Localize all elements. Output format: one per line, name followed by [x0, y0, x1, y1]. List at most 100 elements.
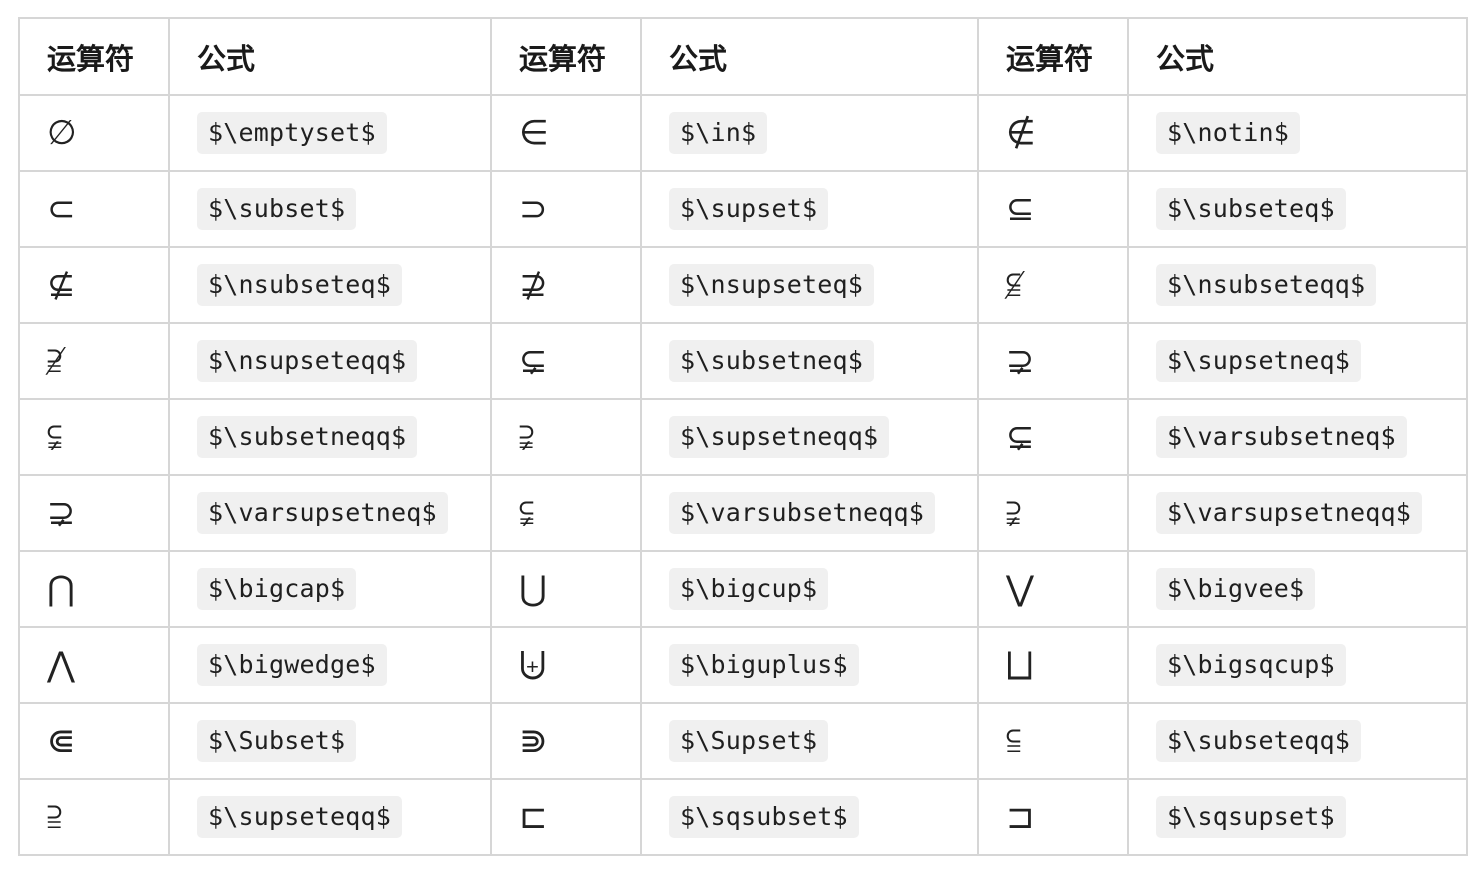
table-row: ⫆ $\supseteqq$ ⊏ $\sqsubset$ ⊐ $\sqsupset$: [18, 778, 1468, 856]
formula-code: $\sqsubset$: [669, 796, 859, 838]
operator-symbol: ⊃: [490, 170, 642, 248]
formula-code: $\nsubseteqq$: [1156, 264, 1377, 306]
operator-symbol: ⊏: [490, 778, 642, 856]
formula-cell: $\bigvee$: [1127, 550, 1468, 628]
operator-symbol: ⊊: [977, 398, 1129, 476]
operator-symbol: ⫅: [977, 702, 1129, 780]
table-header-row: 运算符 公式 运算符 公式 运算符 公式: [18, 17, 1468, 96]
operator-symbol: ∈: [490, 94, 642, 172]
operator-symbol: ⊂: [18, 170, 170, 248]
formula-code: $\in$: [669, 112, 768, 154]
formula-code: $\bigwedge$: [197, 644, 387, 686]
operator-symbol: ⋐: [18, 702, 170, 780]
formula-cell: $\bigsqcup$: [1127, 626, 1468, 704]
table-row: ⋀ $\bigwedge$ ⨄ $\biguplus$ ⨆ $\bigsqcup$: [18, 626, 1468, 704]
formula-code: $\subset$: [197, 188, 357, 230]
formula-code: $\subseteqq$: [1156, 720, 1362, 762]
table-row: ∅ $\emptyset$ ∈ $\in$ ∉ $\notin$: [18, 94, 1468, 172]
header-operator: 运算符: [977, 17, 1129, 96]
formula-code: $\supsetneq$: [1156, 340, 1362, 382]
operator-symbol: ⫌: [977, 474, 1129, 552]
formula-code: $\bigcap$: [197, 568, 357, 610]
operator-symbol: ⊈: [18, 246, 170, 324]
formula-code: $\varsupsetneq$: [197, 492, 448, 534]
table-row: ⫋ $\subsetneqq$ ⫌ $\supsetneqq$ ⊊ $\varsubset…: [18, 398, 1468, 476]
operator-symbol: ⊊: [490, 322, 642, 400]
formula-code: $\supset$: [669, 188, 829, 230]
formula-cell: $\in$: [640, 94, 979, 172]
operator-table: 运算符 公式 运算符 公式 运算符 公式 ∅ $\emptyset$ ∈ $\in$ ∉…: [18, 17, 1468, 856]
formula-code: $\nsupseteq$: [669, 264, 875, 306]
operator-symbol: ⊐: [977, 778, 1129, 856]
operator-symbol: ⫌: [490, 398, 642, 476]
operator-symbol: ⫋: [18, 398, 170, 476]
formula-cell: $\varsupsetneq$: [168, 474, 492, 552]
operator-symbol: ⫆: [18, 778, 170, 856]
formula-code: $\bigvee$: [1156, 568, 1316, 610]
formula-cell: $\subsetneqq$: [168, 398, 492, 476]
formula-code: $\supsetneqq$: [669, 416, 890, 458]
formula-cell: $\Supset$: [640, 702, 979, 780]
formula-cell: $\sqsubset$: [640, 778, 979, 856]
formula-code: $\notin$: [1156, 112, 1301, 154]
header-operator: 运算符: [18, 17, 170, 96]
formula-code: $\nsubseteq$: [197, 264, 403, 306]
formula-cell: $\biguplus$: [640, 626, 979, 704]
formula-cell: $\emptyset$: [168, 94, 492, 172]
formula-cell: $\varsubsetneqq$: [640, 474, 979, 552]
table-row: ⊈ $\nsubseteq$ ⊉ $\nsupseteq$ ⫅̸ $\nsubseteqq…: [18, 246, 1468, 324]
operator-symbol: ⋁: [977, 550, 1129, 628]
table-row: ⊋ $\varsupsetneq$ ⫋ $\varsubsetneqq$ ⫌ $\vars…: [18, 474, 1468, 552]
operator-symbol: ⨄: [490, 626, 642, 704]
formula-cell: $\nsupseteq$: [640, 246, 979, 324]
formula-cell: $\supsetneqq$: [640, 398, 979, 476]
formula-cell: $\bigcup$: [640, 550, 979, 628]
operator-symbol: ⊋: [977, 322, 1129, 400]
formula-cell: $\bigwedge$: [168, 626, 492, 704]
operator-symbol: ∅: [18, 94, 170, 172]
operator-symbol: ⋑: [490, 702, 642, 780]
formula-code: $\subseteq$: [1156, 188, 1346, 230]
formula-code: $\nsupseteqq$: [197, 340, 418, 382]
formula-cell: $\subsetneq$: [640, 322, 979, 400]
formula-cell: $\sqsupset$: [1127, 778, 1468, 856]
header-formula: 公式: [640, 17, 979, 96]
operator-symbol: ⋂: [18, 550, 170, 628]
formula-cell: $\nsubseteq$: [168, 246, 492, 324]
formula-code: $\subsetneq$: [669, 340, 875, 382]
formula-cell: $\Subset$: [168, 702, 492, 780]
table-row: ⋂ $\bigcap$ ⋃ $\bigcup$ ⋁ $\bigvee$: [18, 550, 1468, 628]
formula-cell: $\supsetneq$: [1127, 322, 1468, 400]
table-row: ⋐ $\Subset$ ⋑ $\Supset$ ⫅ $\subseteqq$: [18, 702, 1468, 780]
formula-code: $\Subset$: [197, 720, 357, 762]
operator-symbol: ⊉: [490, 246, 642, 324]
formula-code: $\emptyset$: [197, 112, 387, 154]
operator-symbol: ⊆: [977, 170, 1129, 248]
formula-cell: $\supset$: [640, 170, 979, 248]
formula-cell: $\supseteqq$: [168, 778, 492, 856]
operator-symbol: ⋃: [490, 550, 642, 628]
formula-cell: $\varsupsetneqq$: [1127, 474, 1468, 552]
formula-code: $\varsubsetneqq$: [669, 492, 936, 534]
operator-table-container: 运算符 公式 运算符 公式 运算符 公式 ∅ $\emptyset$ ∈ $\in$ ∉…: [18, 17, 1468, 856]
formula-code: $\biguplus$: [669, 644, 859, 686]
formula-code: $\supseteqq$: [197, 796, 403, 838]
formula-code: $\bigsqcup$: [1156, 644, 1346, 686]
header-operator: 运算符: [490, 17, 642, 96]
formula-code: $\varsubsetneq$: [1156, 416, 1407, 458]
header-formula: 公式: [168, 17, 492, 96]
formula-cell: $\subseteqq$: [1127, 702, 1468, 780]
formula-code: $\Supset$: [669, 720, 829, 762]
table-row: ⊂ $\subset$ ⊃ $\supset$ ⊆ $\subseteq$: [18, 170, 1468, 248]
header-formula: 公式: [1127, 17, 1468, 96]
formula-cell: $\subset$: [168, 170, 492, 248]
operator-symbol: ∉: [977, 94, 1129, 172]
operator-symbol: ⋀: [18, 626, 170, 704]
formula-cell: $\nsubseteqq$: [1127, 246, 1468, 324]
formula-code: $\bigcup$: [669, 568, 829, 610]
formula-code: $\sqsupset$: [1156, 796, 1346, 838]
formula-cell: $\subseteq$: [1127, 170, 1468, 248]
operator-symbol: ⊋: [18, 474, 170, 552]
formula-cell: $\notin$: [1127, 94, 1468, 172]
operator-symbol: ⫆̸: [18, 322, 170, 400]
